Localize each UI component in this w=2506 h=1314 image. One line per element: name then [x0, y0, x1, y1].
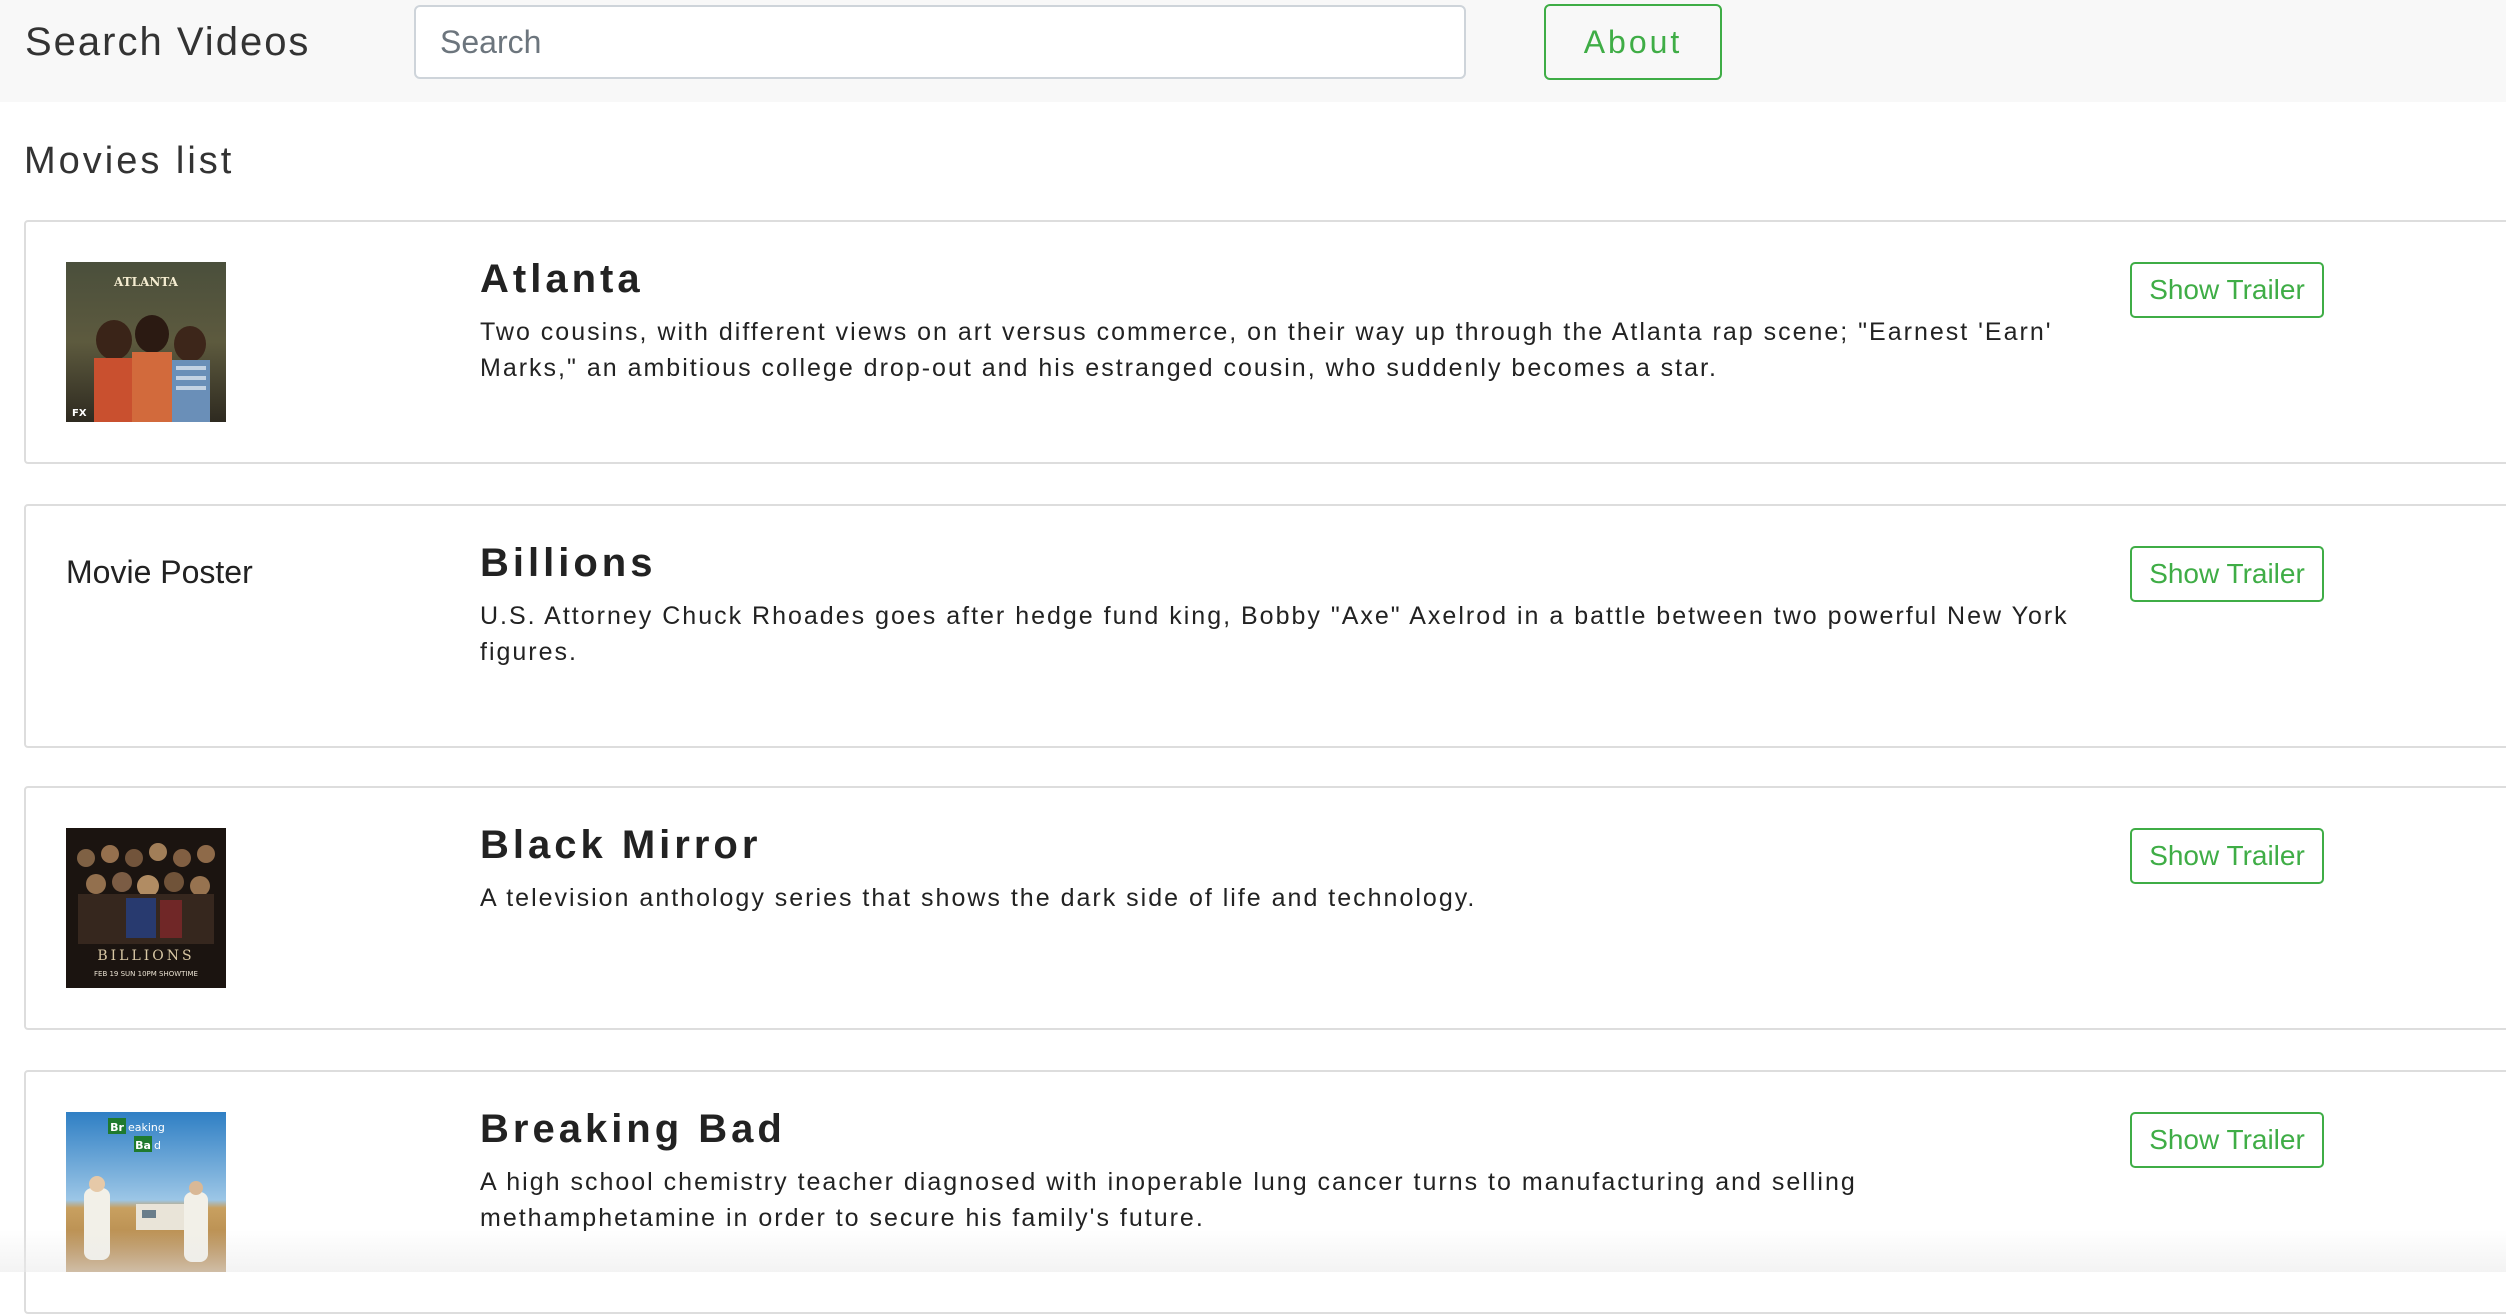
atlanta-poster-image: ATLANTA FX — [66, 262, 226, 422]
show-trailer-button[interactable]: Show Trailer — [2130, 1112, 2324, 1168]
movie-title: Black Mirror — [480, 823, 762, 867]
search-input[interactable] — [414, 5, 1466, 79]
movie-card-billions: Movie Poster Billions U.S. Attorney Chuc… — [24, 504, 2506, 748]
movie-description: Two cousins, with different views on art… — [480, 318, 2053, 382]
navbar: Search Videos About — [0, 0, 2506, 102]
movie-card-black-mirror: BILLIONS FEB 19 SUN 10PM SHOWTIME Black … — [24, 786, 2506, 1030]
poster-title-text: Ba — [135, 1139, 151, 1152]
movie-title: Atlanta — [480, 257, 644, 301]
show-trailer-button[interactable]: Show Trailer — [2130, 828, 2324, 884]
show-trailer-button[interactable]: Show Trailer — [2130, 262, 2324, 318]
billions-poster-image: BILLIONS FEB 19 SUN 10PM SHOWTIME — [66, 828, 226, 988]
movie-poster-alt-text: Movie Poster — [66, 554, 253, 590]
about-button[interactable]: About — [1544, 4, 1722, 80]
breaking-bad-poster-image: Br eaking Ba d — [66, 1112, 226, 1272]
page-title: Movies list — [24, 140, 235, 182]
movie-title: Billions — [480, 541, 657, 585]
poster-title-text: BILLIONS — [97, 948, 194, 964]
poster-title-text: eaking — [128, 1121, 165, 1134]
movie-title: Breaking Bad — [480, 1107, 786, 1151]
poster-title-text: Br — [110, 1121, 124, 1134]
movie-poster: ATLANTA FX — [66, 262, 226, 422]
movie-description: A high school chemistry teacher diagnose… — [480, 1168, 1857, 1232]
movie-card-breaking-bad: Br eaking Ba d Breaking Bad A high schoo… — [24, 1070, 2506, 1314]
brand-title[interactable]: Search Videos — [25, 14, 310, 70]
poster-subtext: FEB 19 SUN 10PM SHOWTIME — [94, 970, 198, 978]
movie-poster: BILLIONS FEB 19 SUN 10PM SHOWTIME — [66, 828, 226, 988]
poster-title-text: d — [154, 1139, 161, 1152]
poster-title-text: ATLANTA — [113, 275, 179, 289]
show-trailer-button[interactable]: Show Trailer — [2130, 546, 2324, 602]
movie-poster: Br eaking Ba d — [66, 1112, 226, 1272]
poster-badge: FX — [72, 408, 87, 419]
movie-description: A television anthology series that shows… — [480, 884, 1477, 912]
movie-description: U.S. Attorney Chuck Rhoades goes after h… — [480, 602, 2069, 666]
movie-card-atlanta: ATLANTA FX Atlanta Two cousins, with dif… — [24, 220, 2506, 464]
